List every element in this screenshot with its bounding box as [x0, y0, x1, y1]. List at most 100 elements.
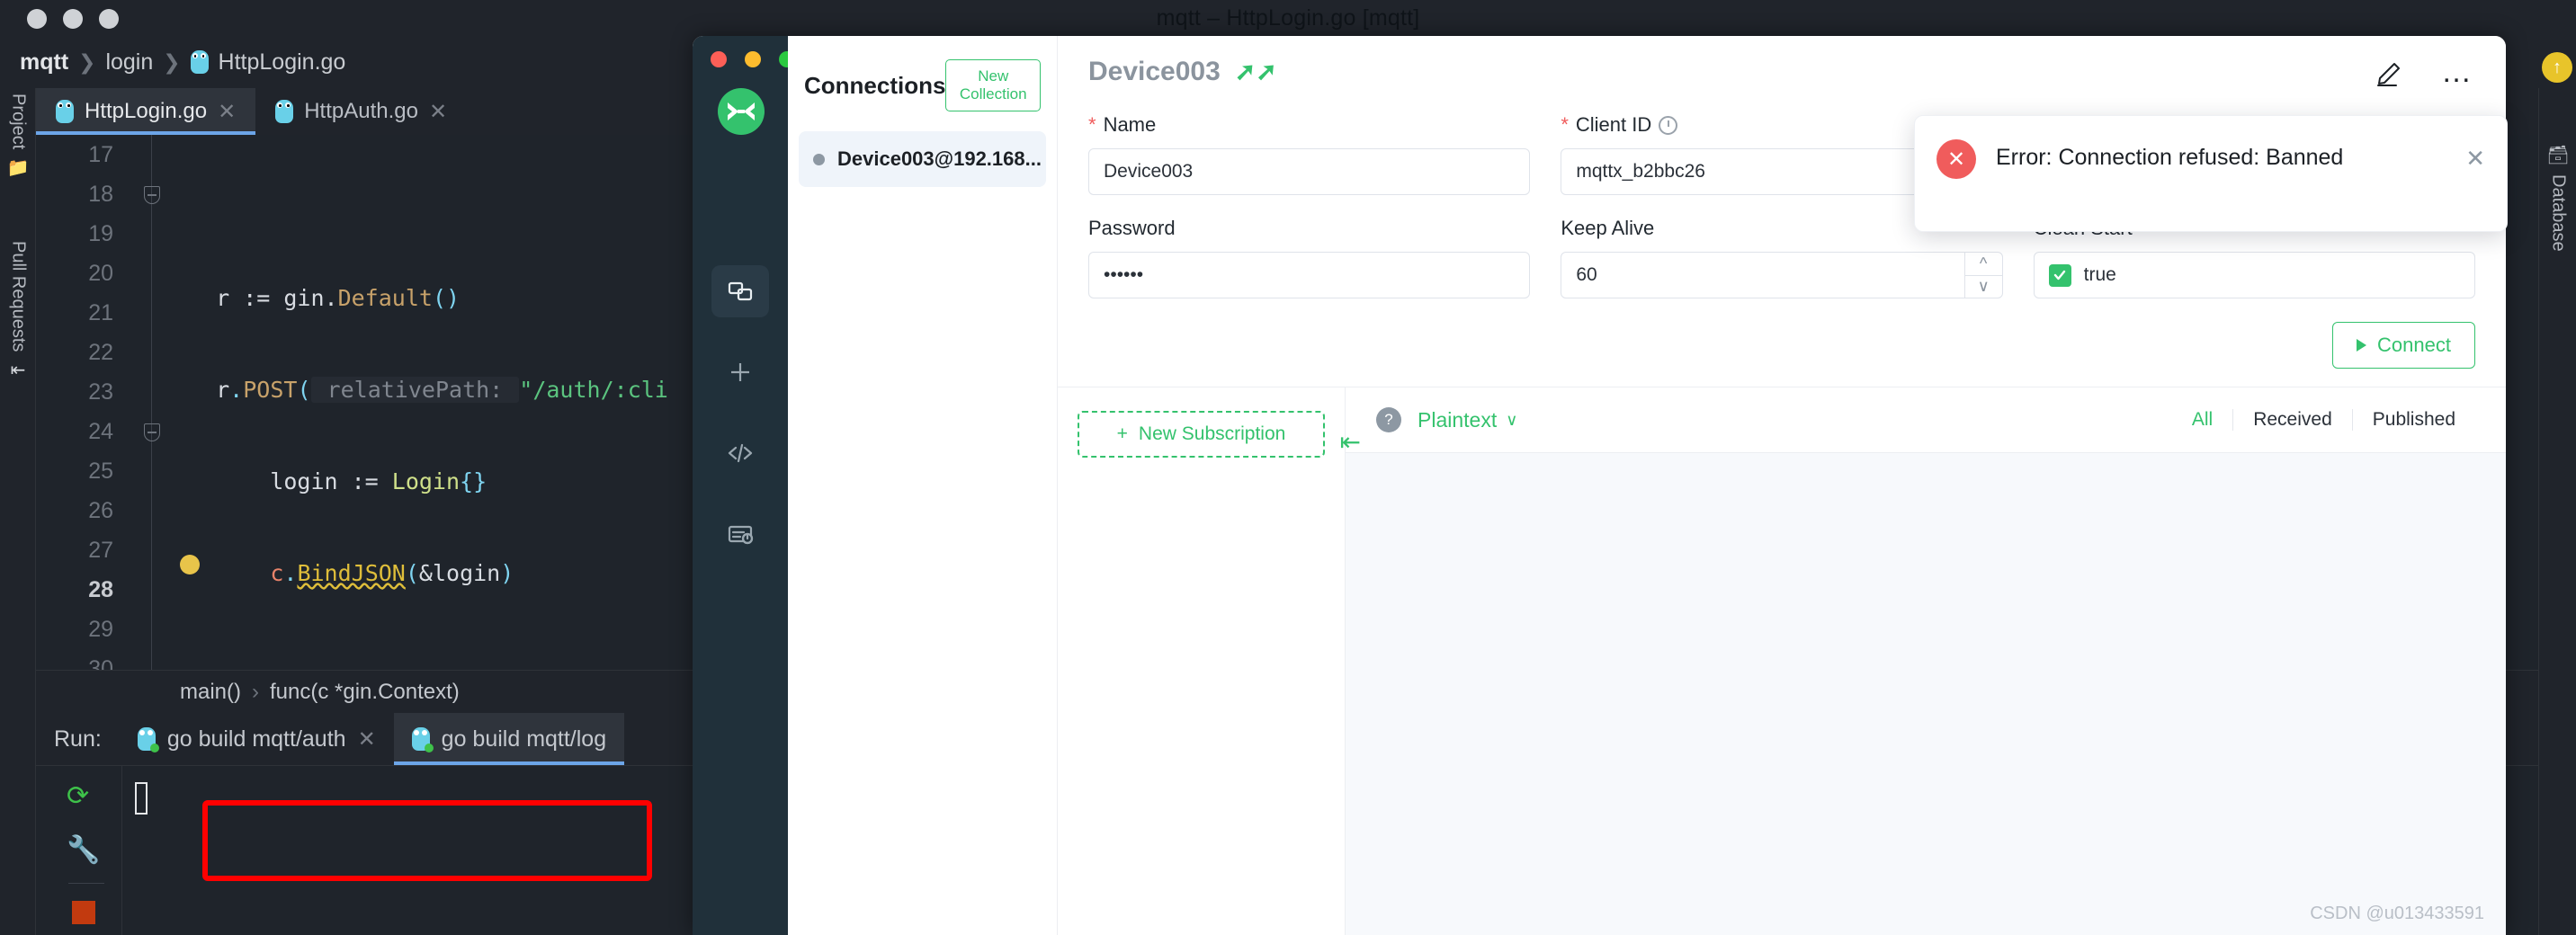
rerun-icon[interactable]: ⟳: [67, 780, 97, 811]
stepper-up-icon[interactable]: ^: [1964, 253, 2002, 276]
close-icon[interactable]: ✕: [218, 99, 236, 125]
label-text: Password: [1088, 217, 1176, 239]
fold-marker[interactable]: [144, 423, 160, 441]
ide-right-toolwindow-strip: ↑ 🗃 Database: [2538, 52, 2576, 935]
close-icon[interactable]: ✕: [2465, 139, 2485, 173]
rail-script-button[interactable]: [711, 427, 769, 479]
line-number: 19: [88, 221, 113, 246]
new-subscription-button[interactable]: + New Subscription: [1078, 411, 1325, 458]
filter-published[interactable]: Published: [2351, 409, 2475, 431]
rail-new-connection-button[interactable]: [711, 346, 769, 398]
chevron-double-up-icon[interactable]: ➚➚: [1235, 59, 1277, 85]
stepper-down-icon[interactable]: ∨: [1965, 276, 2002, 298]
breadcrumb-separator-2: ❯: [163, 49, 181, 74]
pencil-icon[interactable]: [2375, 57, 2405, 87]
fold-marker[interactable]: [144, 186, 160, 204]
watermark: CSDN @u013433591: [2310, 904, 2484, 923]
subscriptions-pane: + New Subscription ⇤: [1058, 387, 1361, 935]
mqttx-window-controls[interactable]: [711, 51, 795, 67]
name-input[interactable]: Device003: [1088, 148, 1531, 195]
password-input[interactable]: ••••••: [1088, 252, 1531, 298]
mqttx-logo-icon: [718, 88, 765, 135]
filter-received[interactable]: Received: [2232, 409, 2352, 431]
rail-connections-button[interactable]: [711, 265, 769, 317]
play-icon: [2357, 339, 2367, 352]
status-separator: ›: [252, 679, 260, 704]
new-collection-button[interactable]: New Collection: [945, 59, 1041, 111]
database-tool-label: Database: [2548, 174, 2569, 252]
clean-start-toggle[interactable]: true: [2033, 252, 2475, 298]
run-label: Run:: [54, 726, 102, 752]
password-field-label: Password: [1088, 217, 1530, 240]
pull-requests-tool-label: Pull Requests: [8, 241, 29, 352]
database-icon: 🗃: [2546, 146, 2570, 165]
breadcrumb-separator-1: ❯: [78, 49, 96, 74]
payload-format-dropdown[interactable]: Plaintext ∨: [1418, 408, 1517, 432]
go-run-icon: [411, 727, 434, 752]
filter-all[interactable]: All: [2172, 409, 2232, 431]
label-text: Name: [1103, 113, 1157, 136]
status-scope[interactable]: func(c *gin.Context): [270, 680, 460, 705]
tab-httplogin-go[interactable]: HttpLogin.go ✕: [36, 88, 256, 135]
close-icon[interactable]: ✕: [358, 726, 376, 752]
ide-titlebar: mqtt – HttpLogin.go [mqtt]: [0, 0, 2576, 36]
line-number: 22: [88, 340, 113, 365]
stop-icon[interactable]: [72, 901, 95, 924]
connections-sidebar: Connections New Collection Device003@192…: [788, 36, 1058, 935]
line-number: 27: [88, 538, 113, 563]
name-field-label: * Name: [1088, 113, 1530, 137]
keep-alive-input[interactable]: 60: [1576, 264, 1597, 286]
line-number: 18: [88, 182, 113, 207]
required-asterisk: *: [1088, 113, 1096, 136]
code-folding-column[interactable]: [126, 135, 178, 670]
status-func[interactable]: main(): [180, 680, 241, 705]
ide-maximize-button[interactable]: [99, 9, 119, 29]
connect-button[interactable]: Connect: [2332, 322, 2475, 369]
breadcrumb-package[interactable]: login: [105, 49, 153, 76]
console-toolbar: ⟳ 🔧: [36, 766, 122, 935]
rail-log-button[interactable]: [711, 508, 769, 560]
required-asterisk: *: [1561, 113, 1569, 136]
ide-window-controls[interactable]: [27, 9, 119, 29]
breadcrumb-file[interactable]: HttpLogin.go: [219, 49, 346, 76]
pull-request-icon: ⇤: [10, 361, 26, 381]
error-icon: ✕: [1936, 139, 1976, 179]
connect-row: Connect: [1088, 320, 2475, 387]
connection-header: Device003 ➚➚ …: [1058, 36, 2506, 108]
sidebar-item-database[interactable]: 🗃 Database: [2539, 144, 2576, 252]
line-number: 20: [88, 261, 113, 286]
run-tab-auth[interactable]: go build mqtt/auth ✕: [120, 713, 394, 765]
sidebar-item-project[interactable]: Project 📁: [0, 94, 36, 210]
run-tab-login[interactable]: go build mqtt/log: [393, 713, 625, 765]
lower-split: + New Subscription ⇤ ? Plaintext ∨ All R…: [1058, 387, 2506, 935]
question-icon[interactable]: ?: [1376, 407, 1401, 432]
messages-toolbar: ? Plaintext ∨ All Received Published: [1346, 387, 2506, 452]
ellipsis-icon[interactable]: …: [2441, 57, 2475, 87]
tab-httpauth-go[interactable]: HttpAuth.go ✕: [255, 88, 467, 135]
keep-alive-input-wrap[interactable]: 60 ^ ∨: [1561, 252, 2003, 298]
upload-icon[interactable]: ↑: [2542, 52, 2572, 83]
connect-label: Connect: [2377, 334, 2451, 356]
close-icon[interactable]: ✕: [429, 99, 447, 125]
ide-minimize-button[interactable]: [63, 9, 83, 29]
breadcrumb-project[interactable]: mqtt: [20, 49, 68, 76]
clock-icon[interactable]: [1659, 115, 1678, 135]
tab-label: HttpAuth.go: [304, 99, 418, 123]
line-number: 24: [88, 419, 113, 444]
connection-title: Device003: [1088, 57, 1221, 86]
checkbox-checked-icon[interactable]: [2048, 263, 2071, 287]
ide-close-button[interactable]: [27, 9, 47, 29]
mqttx-close-button[interactable]: [711, 51, 727, 67]
mqttx-left-rail: [693, 36, 795, 935]
console-caret: [135, 782, 148, 815]
number-stepper[interactable]: ^ ∨: [1963, 253, 2002, 298]
run-tab-label: go build mqtt/auth: [166, 726, 346, 752]
mqttx-minimize-button[interactable]: [745, 51, 761, 67]
screen-root: mqtt – HttpLogin.go [mqtt] mqtt ❯ login …: [0, 0, 2576, 935]
chevron-down-icon: ∨: [1506, 410, 1518, 429]
wrench-icon[interactable]: 🔧: [67, 834, 100, 865]
sidebar-item-pull-requests[interactable]: Pull Requests ⇤: [0, 241, 36, 439]
list-item-connection[interactable]: Device003@192.168...: [799, 131, 1046, 187]
line-number: 26: [88, 498, 113, 523]
project-tool-label: Project: [8, 94, 29, 150]
